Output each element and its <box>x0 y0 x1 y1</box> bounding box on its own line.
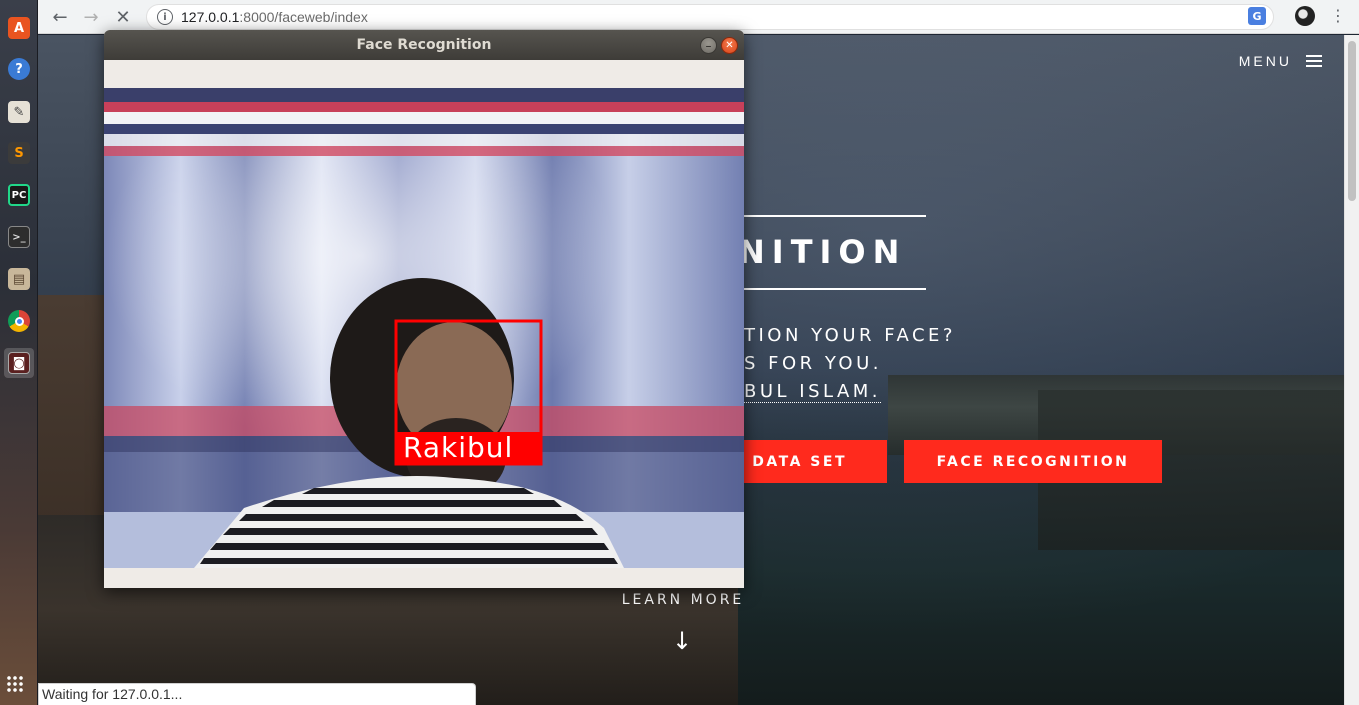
minimize-icon[interactable]: – <box>700 37 717 54</box>
stop-loading-icon[interactable]: ✕ <box>112 6 134 28</box>
url-host: 127.0.0.1 <box>181 9 240 25</box>
forward-arrow-icon[interactable]: → <box>80 6 102 28</box>
face-name-label: Rakibul <box>396 432 542 464</box>
arrow-down-icon[interactable]: ↓ <box>672 627 692 655</box>
chrome-menu-icon[interactable]: ⋮ <box>1330 6 1346 25</box>
url-text[interactable]: 127.0.0.1:8000/faceweb/index <box>181 9 368 25</box>
address-bar[interactable]: i 127.0.0.1:8000/faceweb/index ☆ <box>146 4 1274 30</box>
profile-avatar[interactable] <box>1295 6 1315 26</box>
google-translate-extension-icon[interactable]: G <box>1248 7 1266 25</box>
ubuntu-software-icon[interactable]: A <box>4 13 34 43</box>
site-info-icon[interactable]: i <box>157 9 173 25</box>
subtitle-line-3[interactable]: BUL ISLAM. <box>744 381 882 403</box>
subtitle-line-1: TION YOUR FACE? <box>744 325 956 346</box>
chrome-icon[interactable] <box>4 306 34 336</box>
pycharm-icon[interactable]: PC <box>4 180 34 210</box>
files-icon[interactable]: ▤ <box>4 264 34 294</box>
close-icon[interactable]: ✕ <box>721 37 738 54</box>
face-recognition-button[interactable]: FACE RECOGNITION <box>904 440 1162 483</box>
back-arrow-icon[interactable]: ← <box>49 6 71 28</box>
url-path: :8000/faceweb/index <box>239 9 368 25</box>
status-bubble: Waiting for 127.0.0.1... <box>38 683 476 705</box>
hero-title: NITION <box>738 233 907 271</box>
opencv-window-icon[interactable]: ◙ <box>4 348 34 378</box>
terminal-icon[interactable]: >_ <box>4 222 34 252</box>
ubuntu-launcher: A ? ✎ S PC >_ ▤ ◙ <box>0 0 38 705</box>
text-editor-icon[interactable]: ✎ <box>4 97 34 127</box>
learn-more-link[interactable]: LEARN MORE <box>598 592 768 608</box>
sublime-text-icon[interactable]: S <box>4 138 34 168</box>
browser-toolbar: ← → ✕ i 127.0.0.1:8000/faceweb/index ☆ G… <box>38 0 1359 34</box>
show-applications-icon[interactable] <box>6 675 24 693</box>
menu-toggle[interactable]: MENU <box>1239 53 1322 69</box>
window-title: Face Recognition <box>356 37 492 53</box>
menu-label: MENU <box>1238 53 1292 69</box>
face-recognition-window[interactable]: Face Recognition – ✕ Rakibul <box>104 30 744 588</box>
help-icon[interactable]: ? <box>4 54 34 84</box>
page-scrollbar[interactable] <box>1344 35 1359 705</box>
camera-frame: Rakibul <box>104 88 744 568</box>
window-titlebar[interactable]: Face Recognition – ✕ <box>104 30 744 60</box>
hamburger-icon <box>1306 55 1322 67</box>
subtitle-line-2: S FOR YOU. <box>744 353 882 374</box>
camera-image <box>104 88 744 568</box>
scrollbar-thumb[interactable] <box>1348 41 1356 201</box>
